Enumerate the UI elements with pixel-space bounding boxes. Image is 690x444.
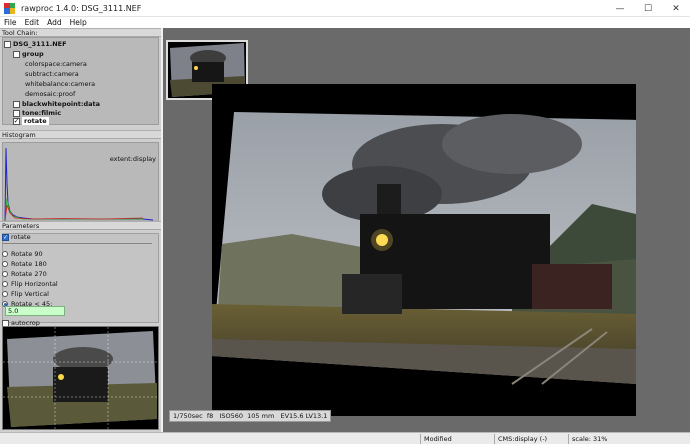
toolchain-item-file[interactable]: DSG_3111.NEF (4, 40, 67, 48)
toolchain-item-label: group (22, 50, 44, 58)
menu-edit[interactable]: Edit (21, 18, 44, 27)
radio-label: Rotate 90 (11, 250, 43, 258)
radio-flip-vertical[interactable]: Flip Vertical (2, 290, 49, 298)
toolchain-checkbox[interactable] (4, 40, 11, 48)
radio-rotate-180[interactable]: Rotate 180 (2, 260, 47, 268)
rotate-preview-image (3, 327, 158, 429)
toolchain-item-subtract[interactable]: subtract:camera (25, 70, 79, 78)
toolchain-item-label: subtract:camera (25, 70, 79, 78)
toolchain-header: Tool Chain: (0, 28, 161, 37)
toolchain-checkbox-checked[interactable]: ✓ (13, 117, 20, 125)
exif-info-bar: 1/750sec f8 ISO560 105 mm EV15.6 LV13.1 (169, 410, 332, 422)
radio-label: Flip Horizontal (11, 280, 58, 288)
angle-input[interactable]: 5.0 (5, 306, 65, 316)
histogram-extent-label: extent:display (109, 155, 156, 163)
minimize-button[interactable]: — (606, 0, 634, 17)
status-bar: Modified CMS:display (-) scale: 31% (0, 432, 690, 444)
rotated-photo (212, 84, 642, 416)
app-icon (4, 2, 15, 14)
radio-label: Rotate 270 (11, 270, 47, 278)
menu-file[interactable]: File (0, 18, 21, 27)
toolchain-item-blackwhitepoint[interactable]: blackwhitepoint:data (13, 100, 100, 108)
radio-icon (2, 291, 8, 297)
status-cms: CMS:display (-) (494, 434, 568, 444)
image-viewport[interactable]: 1/750sec f8 ISO560 105 mm EV15.6 LV13.1 (163, 28, 690, 432)
toolchain-item-colorspace[interactable]: colorspace:camera (25, 60, 87, 68)
divider (2, 243, 152, 244)
toolchain-item-tone[interactable]: tone:filmic (13, 109, 61, 117)
toolchain-item-demosaic[interactable]: demosaic:proof (25, 90, 75, 98)
menu-help[interactable]: Help (66, 18, 91, 27)
toolchain-item-label: demosaic:proof (25, 90, 76, 98)
histogram: extent:display (2, 142, 159, 226)
toolchain-item-label: rotate (22, 117, 49, 125)
maximize-button[interactable]: ☐ (634, 0, 662, 17)
toolchain-item-label: DSG_3111.NEF (13, 40, 67, 48)
radio-icon (2, 281, 8, 287)
toolchain-item-label: tone:filmic (22, 109, 62, 117)
tool-name-label: rotate (11, 233, 31, 241)
toolchain-checkbox[interactable] (13, 100, 20, 108)
toolchain-tree: DSG_3111.NEF group colorspace:camera sub… (2, 37, 159, 125)
radio-icon (2, 261, 8, 267)
radio-rotate-270[interactable]: Rotate 270 (2, 270, 47, 278)
check-icon: ✓ (2, 233, 9, 241)
toolchain-item-group[interactable]: group (13, 50, 44, 58)
rotate-preview[interactable] (2, 326, 159, 430)
histogram-header: Histogram (0, 130, 161, 139)
toolchain-checkbox[interactable] (13, 109, 20, 117)
radio-label: Rotate 180 (11, 260, 47, 268)
title-bar: rawproc 1.4.0: DSG_3111.NEF — ☐ ✕ (0, 0, 690, 17)
left-panel: Tool Chain: DSG_3111.NEF group colorspac… (0, 28, 161, 432)
toolchain-item-label: whitebalance:camera (25, 80, 96, 88)
close-button[interactable]: ✕ (662, 0, 690, 17)
tool-enable-checkbox[interactable]: ✓ rotate (2, 233, 31, 241)
toolchain-checkbox[interactable] (13, 50, 20, 58)
toolchain-item-label: colorspace:camera (25, 60, 87, 68)
image-canvas[interactable] (212, 84, 642, 416)
radio-flip-horizontal[interactable]: Flip Horizontal (2, 280, 58, 288)
status-scale: scale: 31% (568, 434, 688, 444)
radio-icon (2, 271, 8, 277)
window-title: rawproc 1.4.0: DSG_3111.NEF (21, 3, 142, 13)
parameters-header: Parameters (0, 221, 161, 230)
window-controls: — ☐ ✕ (606, 0, 690, 17)
status-modified: Modified (420, 434, 494, 444)
toolchain-item-label: blackwhitepoint:data (22, 100, 101, 108)
radio-icon (2, 251, 8, 257)
menu-bar: File Edit Add Help (0, 17, 690, 28)
menu-add[interactable]: Add (43, 18, 66, 27)
toolchain-item-whitebalance[interactable]: whitebalance:camera (25, 80, 95, 88)
radio-label: Flip Vertical (11, 290, 49, 298)
radio-rotate-90[interactable]: Rotate 90 (2, 250, 43, 258)
toolchain-item-rotate[interactable]: ✓ rotate (13, 117, 49, 125)
